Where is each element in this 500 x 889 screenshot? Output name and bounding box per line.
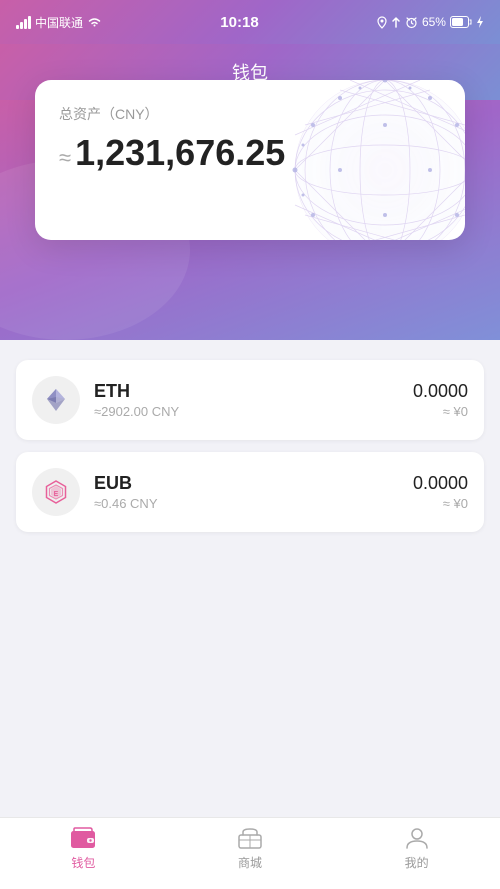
- battery-label: 65%: [422, 15, 446, 29]
- eub-icon-wrap: E: [32, 468, 80, 516]
- tab-bar: 钱包 商城 我的: [0, 817, 500, 889]
- wallet-tab-icon: [69, 826, 97, 850]
- eth-icon-wrap: [32, 376, 80, 424]
- tab-wallet[interactable]: 钱包: [43, 826, 123, 871]
- eth-balance: 0.0000 ≈ ¥0: [413, 381, 468, 419]
- time-label: 10:18: [220, 14, 258, 31]
- tab-shop-label: 商城: [238, 854, 262, 871]
- upload-icon: [391, 16, 401, 29]
- alarm-icon: [405, 16, 418, 29]
- eth-info: ETH ≈2902.00 CNY: [94, 381, 413, 419]
- eth-amount: 0.0000: [413, 381, 468, 402]
- status-bar: 中国联通 10:18 65%: [0, 0, 500, 44]
- signal-icon: [16, 16, 31, 29]
- shop-tab-icon: [236, 826, 264, 850]
- eth-symbol: ETH: [94, 381, 413, 402]
- location-icon: [377, 16, 387, 29]
- eub-symbol: EUB: [94, 473, 413, 494]
- eth-price: ≈2902.00 CNY: [94, 404, 413, 419]
- status-left: 中国联通: [16, 14, 102, 31]
- sphere-decoration: [285, 80, 465, 240]
- wallet-card: 总资产（CNY） ≈1,231,676.25: [35, 80, 465, 240]
- token-row-eub[interactable]: E EUB ≈0.46 CNY 0.0000 ≈ ¥0: [16, 452, 484, 532]
- svg-text:E: E: [54, 491, 59, 498]
- flash-icon: [476, 16, 484, 28]
- tab-mine[interactable]: 我的: [377, 826, 457, 871]
- tab-wallet-label: 钱包: [71, 854, 95, 871]
- tab-shop[interactable]: 商城: [210, 826, 290, 871]
- battery-icon: [450, 16, 472, 28]
- card-approx: ≈: [59, 145, 71, 170]
- tab-mine-label: 我的: [405, 854, 429, 871]
- eub-icon: E: [42, 478, 70, 506]
- carrier-label: 中国联通: [35, 14, 83, 31]
- status-right: 65%: [377, 15, 484, 29]
- eub-price: ≈0.46 CNY: [94, 496, 413, 511]
- eub-cny: ≈ ¥0: [413, 496, 468, 511]
- eub-amount: 0.0000: [413, 473, 468, 494]
- mine-tab-icon: [403, 826, 431, 850]
- eub-balance: 0.0000 ≈ ¥0: [413, 473, 468, 511]
- wifi-icon: [87, 16, 102, 28]
- eth-icon: [42, 386, 70, 414]
- token-list: ETH ≈2902.00 CNY 0.0000 ≈ ¥0 E EUB ≈0.46…: [0, 344, 500, 817]
- card-amount-value: 1,231,676.25: [75, 132, 285, 173]
- token-row-eth[interactable]: ETH ≈2902.00 CNY 0.0000 ≈ ¥0: [16, 360, 484, 440]
- eth-cny: ≈ ¥0: [413, 404, 468, 419]
- eub-info: EUB ≈0.46 CNY: [94, 473, 413, 511]
